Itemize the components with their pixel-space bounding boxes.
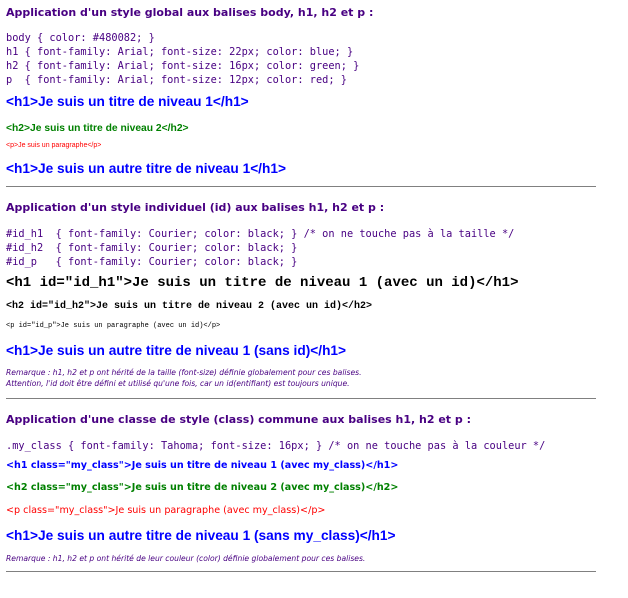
section-separator bbox=[6, 571, 596, 572]
section-separator bbox=[6, 398, 596, 399]
section-2-title: Application d'un style individuel (id) a… bbox=[6, 201, 385, 214]
section-1-code-line: p { font-family: Arial; font-size: 12px;… bbox=[6, 74, 347, 86]
section-2-code-line: #id_p { font-family: Courier; color: bla… bbox=[6, 256, 298, 268]
section-2-h2-demo: <h2 id="id_h2">Je suis un titre de nivea… bbox=[6, 301, 373, 312]
section-2-h1-demo: <h1 id="id_h1">Je suis un titre de nivea… bbox=[6, 275, 519, 291]
section-3-h1-demo: <h1 class="my_class">Je suis un titre de… bbox=[6, 460, 399, 471]
section-1-p-demo: <p>Je suis un paragraphe</p> bbox=[6, 142, 102, 149]
section-3-h2-demo: <h2 class="my_class">Je suis un titre de… bbox=[6, 482, 399, 493]
section-2-remark-line: Attention, l'id doit être défini et util… bbox=[6, 379, 350, 388]
section-1-h1-demo-2: <h1>Je suis un autre titre de niveau 1</… bbox=[6, 161, 286, 176]
section-2-h1-demo-2: <h1>Je suis un autre titre de niveau 1 (… bbox=[6, 343, 347, 358]
section-3-title: Application d'une classe de style (class… bbox=[6, 413, 471, 426]
section-1-code-line: h1 { font-family: Arial; font-size: 22px… bbox=[6, 46, 354, 58]
section-2-code-line: #id_h1 { font-family: Courier; color: bl… bbox=[6, 228, 515, 240]
section-1-code-line: body { color: #480082; } bbox=[6, 32, 155, 44]
section-2-remark-line: Remarque : h1, h2 et p ont hérité de la … bbox=[6, 368, 362, 377]
section-1-h2-demo: <h2>Je suis un titre de niveau 2</h2> bbox=[6, 123, 189, 134]
section-separator bbox=[6, 186, 596, 187]
section-3-code-line: .my_class { font-family: Tahoma; font-si… bbox=[6, 440, 546, 452]
section-1-title: Application d'un style global aux balise… bbox=[6, 6, 374, 19]
section-1-h1-demo: <h1>Je suis un titre de niveau 1</h1> bbox=[6, 94, 249, 109]
section-2-p-demo: <p id="id_p">Je suis un paragraphe (avec… bbox=[6, 322, 221, 330]
section-2-code-line: #id_h2 { font-family: Courier; color: bl… bbox=[6, 242, 298, 254]
section-3-remark-line: Remarque : h1, h2 et p ont hérité de leu… bbox=[6, 554, 366, 563]
section-3-h1-demo-2: <h1>Je suis un autre titre de niveau 1 (… bbox=[6, 528, 396, 543]
section-1-code-line: h2 { font-family: Arial; font-size: 16px… bbox=[6, 60, 360, 72]
section-3-p-demo: <p class="my_class">Je suis un paragraph… bbox=[6, 505, 326, 516]
